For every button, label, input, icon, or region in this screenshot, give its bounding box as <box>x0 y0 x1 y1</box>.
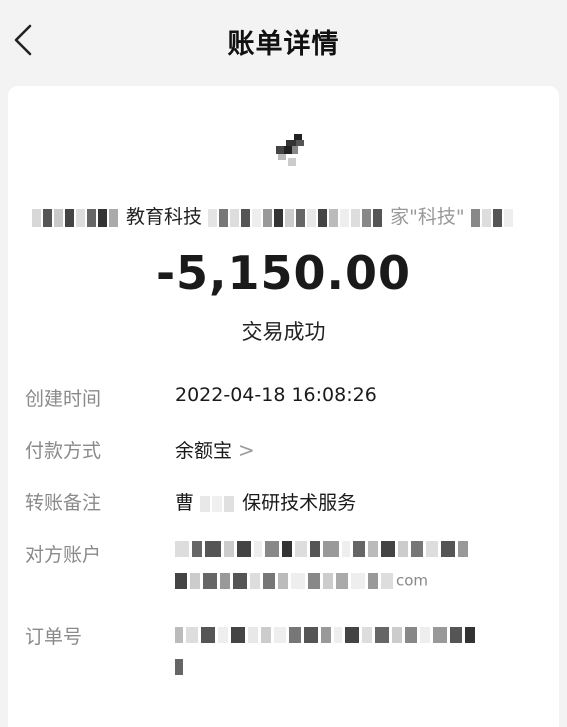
masked-text <box>200 495 236 512</box>
merchant-name-part: 教育科技 <box>126 206 203 228</box>
masked-text <box>32 208 120 227</box>
top-bar: 账单详情 <box>0 0 567 84</box>
created-time-value: 2022-04-18 16:08:26 <box>175 384 377 406</box>
bill-detail-card: 教育科技 家"科技" -5,150.00 交易成功 创建时间 2022-04-1… <box>8 86 559 727</box>
chevron-right-icon: > <box>238 438 255 462</box>
payment-method-value: 余额宝 <box>175 440 233 462</box>
transaction-amount: -5,150.00 <box>155 246 412 300</box>
memo-value: 保研技术服务 <box>242 492 357 514</box>
merchant-logo-icon <box>276 134 304 166</box>
created-time-label: 创建时间 <box>25 388 102 410</box>
memo-label: 转账备注 <box>25 492 102 514</box>
page-title: 账单详情 <box>227 29 340 60</box>
merchant-name-part-2: 家"科技" <box>390 206 465 228</box>
transaction-status: 交易成功 <box>241 320 326 344</box>
memo-value-row: 曹 保研技术服务 <box>175 488 356 515</box>
counterparty-label: 对方账户 <box>25 544 102 566</box>
counterparty-suffix: com <box>396 571 429 590</box>
order-number-masked <box>175 624 478 688</box>
payment-method-label: 付款方式 <box>25 440 102 462</box>
memo-prefix: 曹 <box>175 492 195 514</box>
merchant-name: 教育科技 家"科技" <box>32 202 538 232</box>
masked-text <box>208 208 384 227</box>
payment-method-link[interactable]: 余额宝 > <box>175 436 255 463</box>
masked-text <box>470 208 515 227</box>
order-number-label: 订单号 <box>25 626 83 648</box>
counterparty-account-masked: com <box>175 538 471 602</box>
